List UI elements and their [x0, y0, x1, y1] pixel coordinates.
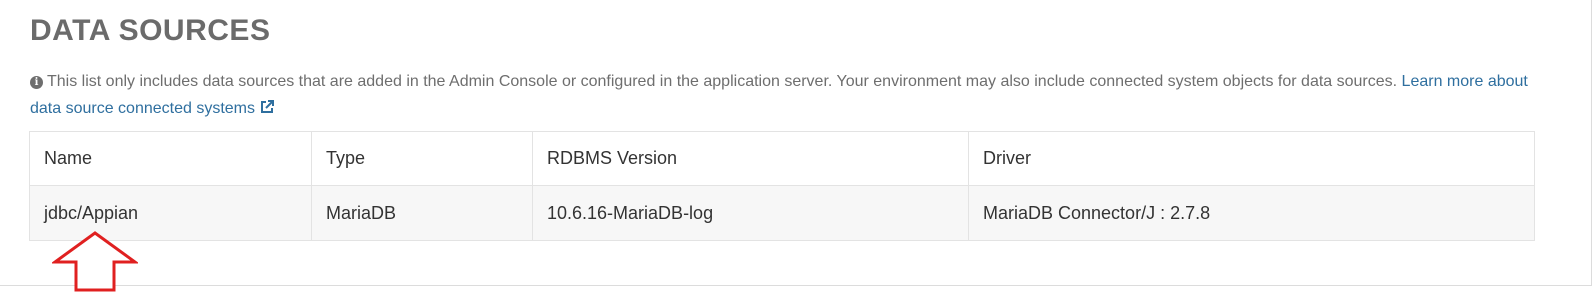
red-up-arrow-icon — [50, 230, 140, 294]
external-link-icon — [259, 97, 275, 124]
column-header-rdbms-version: RDBMS Version — [532, 131, 969, 186]
info-text: This list only includes data sources tha… — [47, 73, 1398, 90]
column-header-name: Name — [29, 131, 312, 186]
column-header-type: Type — [311, 131, 533, 186]
panel-bottom-border — [0, 285, 1592, 286]
info-message: i This list only includes data sources th… — [30, 68, 1540, 124]
info-circle-icon: i — [30, 76, 43, 89]
data-sources-panel: DATA SOURCES i This list only includes da… — [0, 0, 1592, 294]
section-title: DATA SOURCES — [30, 14, 271, 47]
cell-rdbms-version: 10.6.16-MariaDB-log — [532, 185, 969, 241]
table-header-row: Name Type RDBMS Version Driver — [29, 131, 1535, 186]
cell-type: MariaDB — [311, 185, 533, 241]
column-header-driver: Driver — [968, 131, 1535, 186]
data-sources-table: Name Type RDBMS Version Driver jdbc/Appi… — [29, 131, 1535, 241]
cell-driver: MariaDB Connector/J : 2.7.8 — [968, 185, 1535, 241]
table-row[interactable]: jdbc/Appian MariaDB 10.6.16-MariaDB-log … — [29, 185, 1535, 241]
